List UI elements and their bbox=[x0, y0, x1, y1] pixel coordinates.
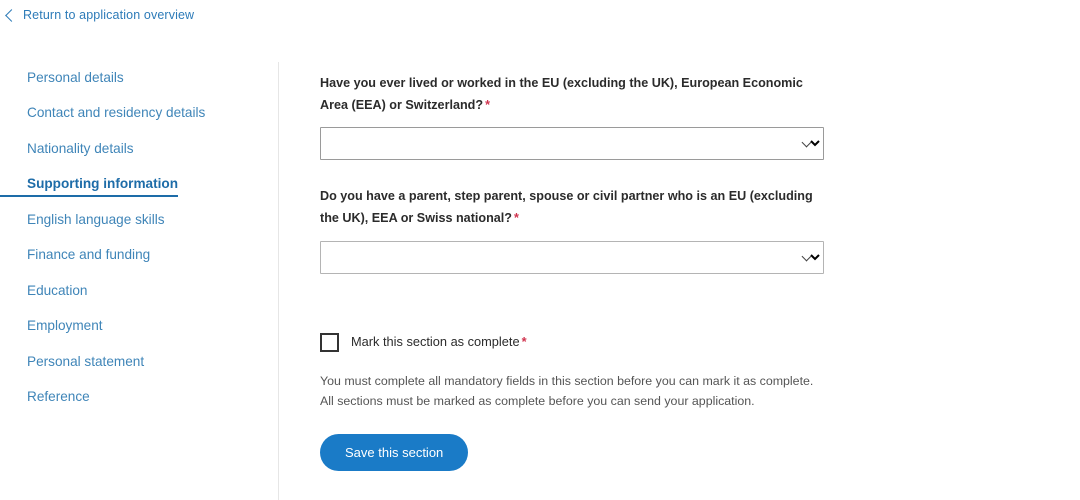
question-eu-lived-worked-select[interactable] bbox=[320, 127, 824, 161]
question-eu-family-label: Do you have a parent, step parent, spous… bbox=[320, 186, 820, 229]
sidebar-item-personal-statement[interactable]: Personal statement bbox=[0, 354, 144, 370]
section-navigation-sidebar: Personal details Contact and residency d… bbox=[0, 62, 279, 500]
return-to-application-overview-link[interactable]: Return to application overview bbox=[4, 8, 195, 22]
sidebar-item-education[interactable]: Education bbox=[0, 283, 87, 299]
mark-section-complete-row[interactable]: Mark this section as complete * bbox=[320, 332, 1080, 352]
sidebar-item-english-language-skills[interactable]: English language skills bbox=[0, 212, 165, 228]
sidebar-item-finance-and-funding[interactable]: Finance and funding bbox=[0, 247, 150, 263]
sidebar-item-employment[interactable]: Employment bbox=[0, 318, 103, 334]
required-asterisk: * bbox=[485, 97, 490, 112]
chevron-left-icon bbox=[5, 8, 18, 22]
save-this-section-button[interactable]: Save this section bbox=[320, 433, 469, 471]
sidebar-item-contact-and-residency-details[interactable]: Contact and residency details bbox=[0, 105, 205, 121]
sidebar-item-supporting-information[interactable]: Supporting information bbox=[0, 176, 179, 198]
question-eu-lived-worked-text: Have you ever lived or worked in the EU … bbox=[320, 76, 803, 112]
question-eu-lived-worked-select-wrap bbox=[320, 127, 824, 161]
question-eu-family-select-wrap bbox=[320, 240, 824, 274]
page-layout: Personal details Contact and residency d… bbox=[0, 62, 1080, 500]
back-link-label: Return to application overview bbox=[23, 8, 195, 22]
form-spacer bbox=[320, 300, 1080, 333]
required-asterisk: * bbox=[513, 210, 519, 225]
mark-section-complete-text: Mark this section as complete bbox=[351, 333, 520, 349]
question-eu-family-text: Do you have a parent, step parent, spous… bbox=[320, 189, 813, 225]
supporting-information-form: Have you ever lived or worked in the EU … bbox=[279, 62, 1080, 500]
sidebar-item-reference[interactable]: Reference bbox=[0, 389, 90, 405]
mark-section-complete-label: Mark this section as complete * bbox=[351, 333, 527, 349]
question-eu-lived-worked-label: Have you ever lived or worked in the EU … bbox=[320, 73, 820, 116]
question-eu-family-select[interactable] bbox=[320, 240, 824, 274]
sidebar-item-personal-details[interactable]: Personal details bbox=[0, 70, 124, 86]
mandatory-fields-helper-text: You must complete all mandatory fields i… bbox=[320, 373, 814, 408]
mark-section-complete-checkbox[interactable] bbox=[320, 332, 339, 352]
sidebar-item-nationality-details[interactable]: Nationality details bbox=[0, 141, 134, 157]
required-asterisk: * bbox=[521, 333, 527, 349]
